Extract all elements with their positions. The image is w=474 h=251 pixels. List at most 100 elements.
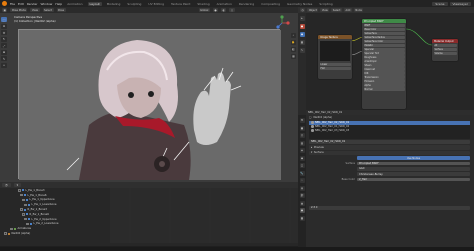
properties-panel[interactable]: ⚒ ▣ ⎙ ▤ ◈ ◉ ▢ 🔧 ∴ ◍ ⛓ ▲ ● ▦ ▢ NeilO2 (al…	[298, 115, 474, 251]
mode-selector[interactable]: Pose Mode	[10, 8, 28, 12]
principled-bsdf-node[interactable]: Principled BSDF BSDF Base Color Subsurfa…	[362, 19, 406, 109]
modifier-icon[interactable]: 🔧	[299, 170, 305, 176]
node-row[interactable]: Metallic	[363, 43, 405, 47]
texture-icon[interactable]: ▦	[299, 215, 305, 221]
node-row[interactable]: Normal	[363, 87, 405, 91]
select-box-icon[interactable]: ⬚	[1, 17, 7, 22]
node-row[interactable]: IOR	[363, 71, 405, 75]
dope-sheet-view-menu[interactable]: ▾	[13, 183, 22, 187]
node-row[interactable]: Subsurface	[363, 31, 405, 35]
node-row[interactable]: Surface	[433, 47, 457, 51]
tab-animation-2[interactable]: Animation	[215, 2, 234, 6]
scene-selector[interactable]: Scene	[432, 1, 448, 6]
blender-logo-icon[interactable]	[2, 1, 7, 6]
material-slot-list[interactable]: NEIL_002_Hair_02_HAIR_01 NEIL_002_Hair_0…	[309, 120, 470, 139]
dope-sheet-editor-button[interactable]: ◔	[2, 183, 11, 187]
node-row[interactable]: Clearcoat	[363, 67, 405, 71]
material-icon[interactable]: ●	[299, 208, 305, 213]
node-row[interactable]: Volume	[433, 51, 457, 55]
shader-node-editor[interactable]: ◔ Object View Select Add Node ▸ ● ◉ ▦ ✎ …	[298, 7, 474, 115]
channel-checkbox[interactable]	[4, 232, 7, 235]
node-row[interactable]: Flat	[319, 66, 351, 71]
property-value[interactable]: GGX	[357, 166, 470, 171]
render-icon[interactable]: ▣	[299, 125, 305, 131]
keyframe-area[interactable]	[110, 188, 298, 243]
material-slot[interactable]: NEIL_002_Hair_03_HAIR_03	[309, 129, 470, 133]
view-layer-selector[interactable]: ViewLayer	[449, 1, 471, 6]
constraints-icon[interactable]: ⛓	[299, 193, 305, 198]
move-icon[interactable]: ✥	[1, 30, 7, 35]
3d-viewport[interactable]: ▣ Pose Mode View Select Pose Global ● ◐ …	[0, 7, 298, 182]
data-icon[interactable]: ▲	[299, 200, 305, 206]
tab-compositing[interactable]: Compositing	[259, 2, 282, 6]
menu-edit[interactable]: Edit	[18, 2, 24, 6]
node-row[interactable]: Sheen	[363, 63, 405, 67]
tab-texture-paint[interactable]: Texture Paint	[169, 2, 192, 6]
node-row[interactable]: Linear	[319, 63, 351, 67]
menu-pose[interactable]: Pose	[56, 8, 66, 12]
section-surface[interactable]: ▾ Surface	[309, 150, 470, 155]
frame-field[interactable]: 2.3 d	[309, 206, 470, 210]
rotate-icon[interactable]: ↻	[1, 36, 7, 42]
menu-help[interactable]: Help	[55, 2, 62, 6]
property-value[interactable]: Principled BSDF	[357, 161, 470, 166]
shading-rendered-button[interactable]: ○	[229, 8, 235, 12]
node-row[interactable]: BSDF	[363, 23, 405, 27]
node-row[interactable]: Base Color	[363, 27, 405, 31]
menu-file[interactable]: File	[10, 2, 15, 6]
channel-checkbox[interactable]	[22, 198, 25, 202]
tab-modeling[interactable]: Modeling	[105, 2, 123, 6]
tab-scripting[interactable]: Scripting	[317, 2, 334, 6]
tab-rendering[interactable]: Rendering	[237, 2, 256, 6]
channel-checkbox[interactable]	[18, 189, 21, 192]
channel-checkbox[interactable]	[20, 208, 23, 211]
scene-icon[interactable]: ◈	[299, 148, 305, 153]
menu-select[interactable]: Select	[42, 8, 54, 12]
camera-icon[interactable]: ◧	[291, 47, 296, 52]
zoom-icon[interactable]: ⌕	[291, 33, 296, 38]
menu-view[interactable]: View	[30, 8, 40, 12]
navigation-gizmo[interactable]	[274, 15, 290, 31]
node-row[interactable]: Specular Tint	[363, 51, 405, 55]
node-row[interactable]: All	[433, 43, 457, 47]
node-row[interactable]: Transmission	[363, 75, 405, 79]
transform-orientation-selector[interactable]: Global	[198, 8, 210, 12]
shading-material-button[interactable]: ◐	[221, 8, 227, 12]
editor-type-button[interactable]: ▣	[2, 8, 8, 12]
tab-shading[interactable]: Shading	[195, 2, 211, 6]
tab-animation[interactable]: Animation	[65, 2, 84, 6]
property-value[interactable]: Christensen-Burley	[357, 172, 470, 177]
object-icon[interactable]: ▢	[299, 163, 305, 168]
tab-geometry-nodes[interactable]: Geometry Nodes	[285, 2, 314, 6]
world-icon[interactable]: ◉	[299, 155, 305, 161]
annotate-icon[interactable]: ✎	[1, 56, 7, 61]
channel-checkbox[interactable]	[24, 203, 27, 207]
node-row[interactable]: Subsurface Color	[363, 39, 405, 43]
node-row[interactable]: Alpha	[363, 83, 405, 87]
node-row[interactable]: Emission	[363, 79, 405, 83]
node-row[interactable]: Anisotropic	[363, 59, 405, 63]
image-texture-node[interactable]: Image Texture Linear Flat	[318, 35, 352, 79]
material-output-node[interactable]: Material Output All Surface Volume	[432, 39, 458, 61]
node-row[interactable]: Roughness	[363, 55, 405, 59]
particles-icon[interactable]: ∴	[299, 178, 305, 183]
section-preview[interactable]: ▸ Preview	[309, 145, 470, 150]
physics-icon[interactable]: ◍	[299, 185, 305, 191]
pan-hand-icon[interactable]: ✋	[291, 40, 296, 45]
node-row[interactable]: Specular	[363, 47, 405, 51]
measure-icon[interactable]: ⟂	[1, 62, 7, 68]
cursor-icon[interactable]: ⊕	[1, 23, 7, 29]
menu-window[interactable]: Window	[41, 2, 53, 6]
menu-render[interactable]: Render	[27, 2, 38, 6]
tab-layout[interactable]: Layout	[87, 1, 102, 6]
channel-checkbox[interactable]	[10, 227, 13, 231]
transform-icon[interactable]: ⊞	[1, 49, 7, 55]
channel-row[interactable]: NeilO2 (alpha)	[0, 231, 110, 236]
output-icon[interactable]: ⎙	[299, 133, 305, 138]
shading-solid-button[interactable]: ●	[212, 8, 219, 12]
scale-icon[interactable]: ⤢	[1, 43, 7, 48]
channel-checkbox[interactable]	[20, 193, 23, 197]
dope-sheet[interactable]: ◔ ▾ L_Ew_1_Bone3 L_Ew_1_Bone6 L_Ew_1_Upp…	[0, 182, 298, 251]
channel-checkbox[interactable]	[22, 213, 25, 216]
channel-checkbox[interactable]	[24, 217, 27, 221]
